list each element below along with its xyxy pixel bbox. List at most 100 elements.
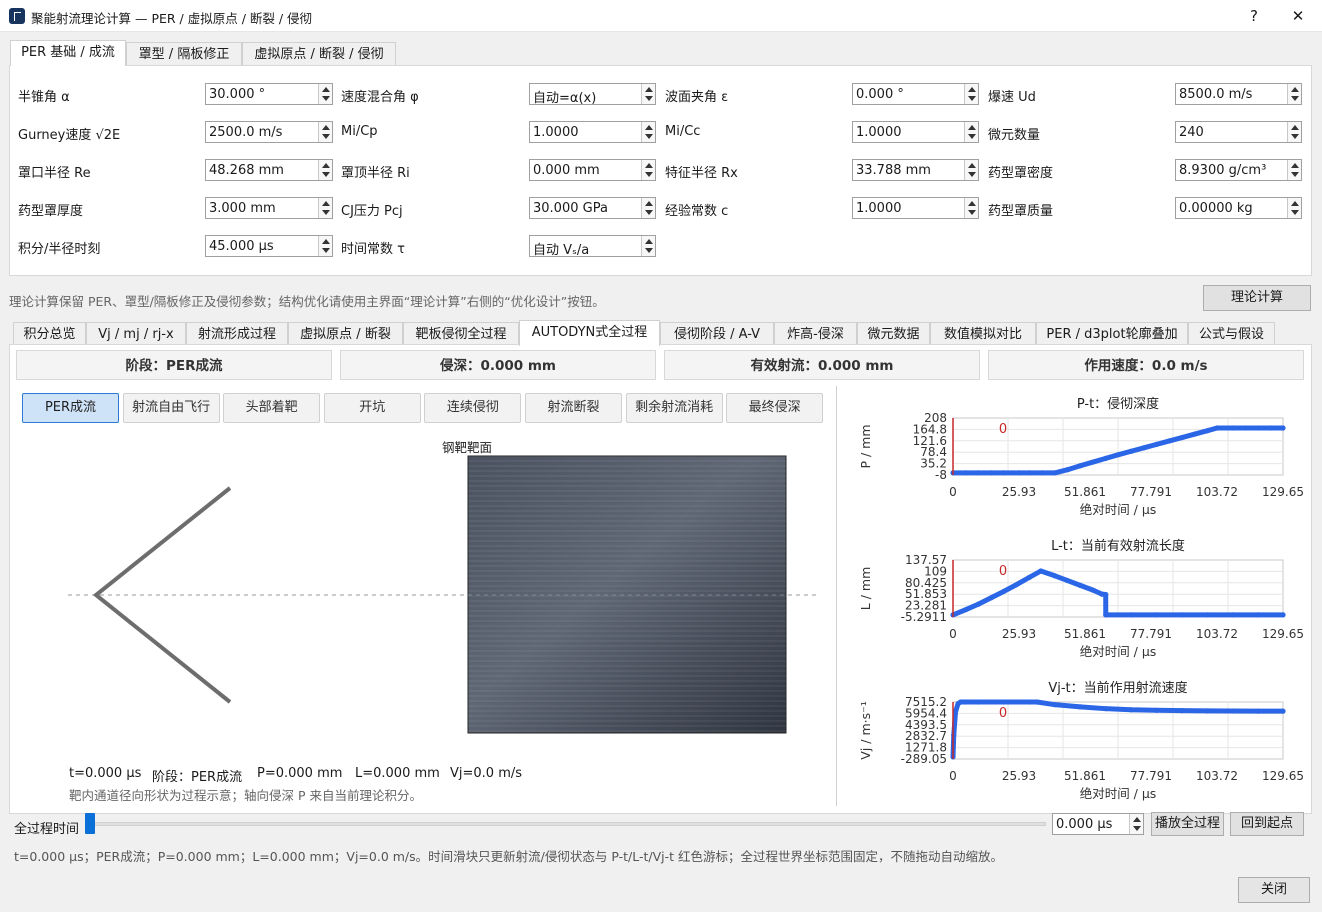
spinner-arrows-icon[interactable] xyxy=(318,198,332,218)
spinner-arrows-icon[interactable] xyxy=(641,122,655,142)
param-label: 药型罩质量 xyxy=(988,204,1054,219)
param-input[interactable]: 0.000 ° xyxy=(852,83,979,105)
time-slider-handle[interactable] xyxy=(85,813,95,834)
time-input[interactable]: 0.000 μs xyxy=(1052,813,1144,835)
param-input[interactable]: 8500.0 m/s xyxy=(1175,83,1302,105)
spinner-arrows-icon[interactable] xyxy=(318,122,332,142)
result-tab[interactable]: 积分总览 xyxy=(13,322,86,346)
data-point xyxy=(1230,425,1236,431)
data-point xyxy=(1064,577,1071,584)
data-point xyxy=(1166,438,1172,444)
spinner-arrows-icon[interactable] xyxy=(1287,84,1301,104)
spinner-arrows-icon[interactable] xyxy=(1287,122,1301,142)
param-input[interactable]: 1.0000 xyxy=(529,121,656,143)
play-button[interactable]: 播放全过程 xyxy=(1151,812,1224,836)
close-button[interactable]: 关闭 xyxy=(1238,877,1310,903)
spinner-arrows-icon[interactable] xyxy=(318,236,332,256)
spinner-arrows-icon[interactable] xyxy=(964,198,978,218)
param-input[interactable]: 0.000 mm xyxy=(529,159,656,181)
param-value: 1.0000 xyxy=(856,201,902,216)
param-label: 速度混合角 φ xyxy=(341,90,419,105)
time-slider-track[interactable] xyxy=(86,822,1046,826)
data-point xyxy=(1179,612,1185,618)
spinner-arrows-icon[interactable] xyxy=(641,160,655,180)
stat-velocity: 作用速度：0.0 m/s xyxy=(988,350,1304,380)
spinner-arrows-icon[interactable] xyxy=(318,160,332,180)
result-tab[interactable]: 微元数据 xyxy=(857,322,930,346)
spinner-arrows-icon[interactable] xyxy=(641,198,655,218)
data-point xyxy=(1103,591,1109,598)
param-input[interactable]: 自动=α(x) xyxy=(529,83,656,106)
data-point xyxy=(975,470,982,476)
spinner-arrows-icon[interactable] xyxy=(318,84,332,104)
result-tab[interactable]: 射流形成过程 xyxy=(186,322,288,346)
spinner-arrows-icon[interactable] xyxy=(641,84,655,104)
param-value: 自动=α(x) xyxy=(533,91,597,106)
phase-button[interactable]: 开坑 xyxy=(323,393,421,423)
chart-title: Vj-t：当前作用射流速度 xyxy=(1048,680,1187,696)
spinner-arrows-icon[interactable] xyxy=(964,84,978,104)
param-value: 8500.0 m/s xyxy=(1179,87,1253,102)
result-tab[interactable]: 虚拟原点 / 断裂 xyxy=(288,322,403,346)
param-input[interactable]: 2500.0 m/s xyxy=(205,121,333,143)
result-tab[interactable]: 侵彻阶段 / A-V xyxy=(660,322,774,346)
param-input[interactable]: 240 xyxy=(1175,121,1302,143)
result-tab[interactable]: PER / d3plot轮廓叠加 xyxy=(1036,322,1188,346)
tab-liner-shape[interactable]: 罩型 / 隔板修正 xyxy=(126,42,242,66)
data-point xyxy=(963,699,969,705)
reset-button[interactable]: 回到起点 xyxy=(1230,812,1304,836)
result-tab[interactable]: 数值模拟对比 xyxy=(930,322,1036,346)
calc-button[interactable]: 理论计算 xyxy=(1203,285,1311,311)
param-input[interactable]: 自动 Vₛ/a xyxy=(529,235,656,258)
phase-button[interactable]: 最终侵深 xyxy=(726,393,824,423)
param-label: 经验常数 c xyxy=(665,204,729,219)
x-axis-label: 绝对时间 / μs xyxy=(1080,502,1157,517)
param-input[interactable]: 8.9300 g/cm³ xyxy=(1175,159,1302,181)
param-input[interactable]: 1.0000 xyxy=(852,121,979,143)
param-value: 48.268 mm xyxy=(209,163,284,178)
phase-button[interactable]: 头部着靶 xyxy=(223,393,321,423)
spinner-arrows-icon[interactable] xyxy=(1287,198,1301,218)
tab-virtual-origin[interactable]: 虚拟原点 / 断裂 / 侵彻 xyxy=(242,42,396,66)
x-tick-label: 0 xyxy=(949,627,957,641)
data-point xyxy=(1026,699,1032,705)
tab-per-basic[interactable]: PER 基础 / 成流 xyxy=(10,40,126,66)
phase-button[interactable]: 剩余射流消耗 xyxy=(625,393,723,423)
x-tick-label: 129.65 xyxy=(1262,627,1304,641)
phase-button[interactable]: PER成流 xyxy=(22,393,119,423)
param-label: 时间常数 τ xyxy=(341,242,405,257)
x-tick-label: 0 xyxy=(949,485,957,499)
result-tab[interactable]: Vj / mj / rj-x xyxy=(86,322,186,346)
param-input[interactable]: 30.000 GPa xyxy=(529,197,656,219)
y-axis-label: L / mm xyxy=(858,567,873,610)
data-point xyxy=(1192,431,1198,437)
spinner-arrows-icon[interactable] xyxy=(964,160,978,180)
result-tab[interactable]: 公式与假设 xyxy=(1188,322,1275,346)
param-input[interactable]: 48.268 mm xyxy=(205,159,333,181)
phase-button[interactable]: 连续侵彻 xyxy=(424,393,522,423)
param-label: 罩顶半径 Ri xyxy=(341,166,410,181)
x-tick-label: 25.93 xyxy=(1002,769,1036,783)
param-value: 45.000 μs xyxy=(209,239,274,254)
readout-time: t=0.000 μs xyxy=(69,766,142,781)
param-input[interactable]: 3.000 mm xyxy=(205,197,333,219)
result-tab[interactable]: 靶板侵彻全过程 xyxy=(403,322,519,346)
result-tab[interactable]: AUTODYN式全过程 xyxy=(519,320,660,346)
phase-button[interactable]: 射流自由飞行 xyxy=(122,393,220,423)
result-tab[interactable]: 炸高-侵深 xyxy=(774,322,857,346)
spinner-arrows-icon[interactable] xyxy=(641,236,655,256)
spinner-arrows-icon[interactable] xyxy=(964,122,978,142)
param-input[interactable]: 1.0000 xyxy=(852,197,979,219)
data-point xyxy=(1014,581,1020,588)
close-icon[interactable]: ✕ xyxy=(1277,0,1319,32)
app-icon xyxy=(9,8,25,24)
param-input[interactable]: 45.000 μs xyxy=(205,235,333,257)
param-input[interactable]: 30.000 ° xyxy=(205,83,333,105)
time-spinner-icon[interactable] xyxy=(1129,814,1143,834)
phase-button[interactable]: 射流断裂 xyxy=(525,393,622,423)
spinner-arrows-icon[interactable] xyxy=(1287,160,1301,180)
param-input[interactable]: 33.788 mm xyxy=(852,159,979,181)
help-button[interactable]: ? xyxy=(1233,0,1275,32)
param-input[interactable]: 0.00000 kg xyxy=(1175,197,1302,219)
data-point xyxy=(1064,467,1071,473)
